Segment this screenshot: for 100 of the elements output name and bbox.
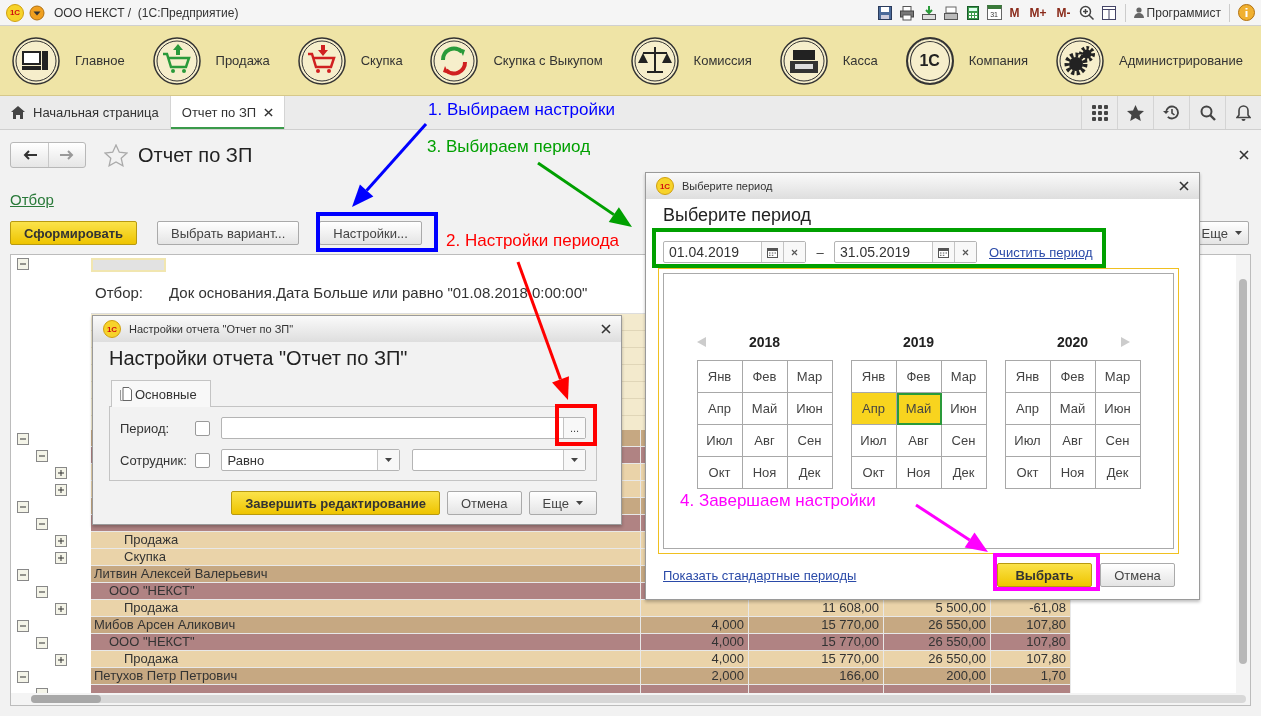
cancel-button[interactable]: Отмена <box>1100 563 1175 587</box>
expand-icon[interactable] <box>55 467 67 479</box>
filter-link[interactable]: Отбор <box>10 190 54 208</box>
cancel-button[interactable]: Отмена <box>446 491 522 515</box>
star-outline-icon[interactable] <box>104 143 128 167</box>
month-cell[interactable]: Апр <box>697 393 743 425</box>
tab[interactable]: Основные <box>111 380 211 407</box>
history-icon[interactable] <box>1163 104 1180 121</box>
table-row[interactable]: ООО "НЕКСТ" 4,000 15 770,00 26 550,00 107,80 <box>91 634 1071 651</box>
user-menu[interactable]: Программист <box>1133 5 1221 20</box>
memory-button[interactable]: M- <box>1054 5 1073 20</box>
section-link[interactable]: 1С Компания <box>905 36 1029 85</box>
expand-icon[interactable] <box>55 552 67 564</box>
month-cell[interactable]: Мар <box>787 361 833 393</box>
month-cell[interactable]: Июн <box>787 393 833 425</box>
expand-icon[interactable] <box>55 654 67 666</box>
section-link[interactable]: Администрирование <box>1056 36 1243 85</box>
month-cell[interactable]: Окт <box>697 457 743 489</box>
more-button[interactable]: Еще <box>528 491 597 515</box>
close-icon[interactable] <box>1179 181 1189 191</box>
memory-button[interactable]: M <box>1007 5 1022 20</box>
window-layout-icon[interactable] <box>1100 4 1117 21</box>
month-cell[interactable]: Янв <box>851 361 897 393</box>
month-cell[interactable]: Авг <box>896 425 942 457</box>
download-tray-icon[interactable] <box>920 4 937 21</box>
month-cell[interactable]: Сен <box>941 425 987 457</box>
form-button[interactable]: Выбрать вариант... <box>157 221 300 245</box>
month-cell[interactable]: Май <box>742 393 788 425</box>
select-button[interactable]: Выбрать <box>997 563 1092 587</box>
month-cell[interactable]: Ноя <box>896 457 942 489</box>
bell-icon[interactable] <box>1236 104 1251 121</box>
section-link[interactable]: Продажа <box>152 36 270 85</box>
month-cell[interactable]: Дек <box>787 457 833 489</box>
collapse-icon[interactable] <box>17 620 29 632</box>
month-cell[interactable]: Апр <box>1005 393 1051 425</box>
condition-select[interactable]: Равно <box>221 449 401 471</box>
memory-button[interactable]: M+ <box>1027 5 1049 20</box>
month-cell[interactable]: Мар <box>941 361 987 393</box>
month-cell[interactable]: Фев <box>742 361 788 393</box>
form-button[interactable]: Настройки... <box>319 221 422 245</box>
collapse-icon[interactable] <box>17 671 29 683</box>
period-field[interactable]: ... <box>221 417 586 439</box>
collapse-icon[interactable] <box>17 433 29 445</box>
date-field[interactable]: 31.05.2019 <box>834 241 977 263</box>
month-cell[interactable]: Июл <box>1005 425 1051 457</box>
menu-caret-icon[interactable] <box>29 4 45 21</box>
checkbox[interactable] <box>195 452 211 468</box>
close-icon[interactable] <box>264 108 274 117</box>
table-row[interactable]: Мибов Арсен Аликович 4,000 15 770,00 26 550,00 107,80 <box>91 617 1071 634</box>
choose-button[interactable]: ... <box>563 418 585 438</box>
standard-periods-link[interactable]: Показать стандартные периоды <box>663 567 857 583</box>
printer-icon[interactable] <box>898 4 915 21</box>
save-icon[interactable] <box>876 4 893 21</box>
collapse-icon[interactable] <box>36 450 48 462</box>
calculator-icon[interactable] <box>964 4 981 21</box>
collapse-icon[interactable] <box>17 501 29 513</box>
expand-icon[interactable] <box>55 535 67 547</box>
close-icon[interactable] <box>1239 149 1249 160</box>
month-cell[interactable]: Ноя <box>1050 457 1096 489</box>
month-cell[interactable]: Янв <box>697 361 743 393</box>
month-cell[interactable]: Авг <box>742 425 788 457</box>
apps-grid-icon[interactable] <box>1091 104 1108 121</box>
tab[interactable]: Начальная страница <box>0 96 171 129</box>
month-cell[interactable]: Май <box>1050 393 1096 425</box>
tab[interactable]: Отчет по ЗП <box>170 96 286 129</box>
month-cell[interactable]: Сен <box>1095 425 1141 457</box>
info-icon[interactable] <box>1238 4 1255 21</box>
collapse-icon[interactable] <box>36 518 48 530</box>
table-row[interactable]: Петухов Петр Петрович 2,000 166,00 200,00 1,70 <box>91 668 1071 685</box>
month-cell[interactable]: Июл <box>697 425 743 457</box>
star-icon[interactable] <box>1127 104 1144 121</box>
generate-button[interactable]: Сформировать <box>10 221 138 245</box>
calendar-icon[interactable] <box>767 246 778 258</box>
collapse-icon[interactable] <box>17 258 29 270</box>
clear-icon[interactable] <box>962 248 969 256</box>
close-icon[interactable] <box>601 324 611 334</box>
month-cell[interactable]: Мар <box>1095 361 1141 393</box>
month-cell[interactable]: Июн <box>1095 393 1141 425</box>
month-cell[interactable]: Фев <box>896 361 942 393</box>
table-row[interactable]: Продажа 4,000 15 770,00 26 550,00 107,80 <box>91 651 1071 668</box>
section-link[interactable]: Комиссия <box>630 36 752 85</box>
section-link[interactable]: Главное <box>12 36 125 85</box>
expand-icon[interactable] <box>55 603 67 615</box>
checkbox[interactable] <box>195 420 211 436</box>
collapse-icon[interactable] <box>17 569 29 581</box>
month-cell[interactable]: Ноя <box>742 457 788 489</box>
scanner-icon[interactable] <box>942 4 959 21</box>
clear-icon[interactable] <box>791 248 798 256</box>
section-link[interactable]: Скупка <box>297 36 403 85</box>
vertical-scrollbar[interactable] <box>1236 255 1250 693</box>
month-cell[interactable]: Апр <box>851 393 897 425</box>
collapse-icon[interactable] <box>36 637 48 649</box>
month-cell[interactable]: Май <box>896 393 942 425</box>
month-cell[interactable]: Окт <box>851 457 897 489</box>
collapse-icon[interactable] <box>36 586 48 598</box>
section-link[interactable]: Касса <box>779 36 878 85</box>
clear-period-link[interactable]: Очистить период <box>989 244 1093 260</box>
horizontal-scrollbar[interactable] <box>11 693 1250 705</box>
month-cell[interactable]: Авг <box>1050 425 1096 457</box>
expand-icon[interactable] <box>55 484 67 496</box>
